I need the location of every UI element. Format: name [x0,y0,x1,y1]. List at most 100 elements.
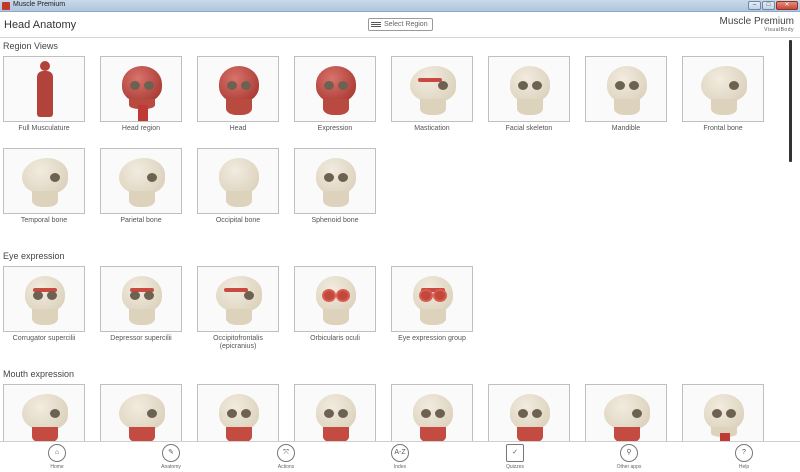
anatomy-icon: ✎ [162,444,180,462]
tile-label: Facial skeleton [505,125,553,132]
tile-facial-skeleton[interactable]: Facial skeleton [488,56,570,133]
tile-label: Mandible [611,125,641,132]
tile-mastication[interactable]: Mastication [391,56,473,133]
index-icon: A-Z [391,444,409,462]
tile-label: Sphenoid bone [311,217,359,224]
tile-label: Head [229,125,247,132]
content-area: Region Views Full Musculature Head regio… [0,38,790,441]
tile-sphenoid-bone[interactable]: Sphenoid bone [294,148,376,225]
tile-expression[interactable]: Expression [294,56,376,133]
nav-label: Anatomy [161,464,181,470]
tile-label: Mastication [414,125,450,132]
tile-mouth-4[interactable] [294,384,376,441]
vertical-scrollbar[interactable] [789,40,792,162]
home-icon: ⌂ [48,444,66,462]
nav-other-apps[interactable]: ⚲ Other apps [609,444,649,470]
nav-label: Home [50,464,64,470]
brand-sub: VisualBody [764,27,794,33]
tile-temporal-bone[interactable]: Temporal bone [3,148,85,225]
maximize-button[interactable]: □ [762,1,775,10]
thumbnail-mouth-5 [391,384,473,441]
thumbnail-facial-skeleton [488,56,570,122]
tile-mouth-3[interactable] [197,384,279,441]
thumbnail-eye-expression-group [391,266,473,332]
tile-occipitofrontalis[interactable]: Occipitofrontalis (epicranius) [197,266,279,351]
tile-full-musculature[interactable]: Full Musculature [3,56,85,133]
tile-parietal-bone[interactable]: Parietal bone [100,148,182,225]
tile-label: Temporal bone [20,217,68,224]
tile-head[interactable]: Head [197,56,279,133]
brand-logo: Muscle Premium VisualBody [720,16,794,33]
thumbnail-head [197,56,279,122]
tile-eye-expression-group[interactable]: Eye expression group [391,266,473,343]
thumbnail-mastication [391,56,473,122]
tile-label: Corrugator supercilii [12,335,76,342]
nav-help[interactable]: ? Help [724,444,764,470]
nav-label: Help [738,464,750,470]
nav-label: Index [393,464,407,470]
thumbnail-mandible [585,56,667,122]
window-title: Muscle Premium [13,1,66,8]
tile-head-region[interactable]: Head region [100,56,182,133]
tile-mouth-2[interactable] [100,384,182,441]
tile-mouth-1[interactable] [3,384,85,441]
window-title-bar[interactable]: Muscle Premium – □ ✕ [0,0,800,12]
tile-label: Full Musculature [18,125,70,132]
thumbnail-orbicularis-oculi [294,266,376,332]
tile-orbicularis-oculi[interactable]: Orbicularis oculi [294,266,376,343]
thumbnail-mouth-8 [682,384,764,441]
thumbnail-parietal-bone [100,148,182,214]
nav-label: Actions [277,464,295,470]
quizzes-icon: ✓ [506,444,524,462]
tile-mandible[interactable]: Mandible [585,56,667,133]
tile-depressor-supercilii[interactable]: Depressor supercilii [100,266,182,343]
nav-index[interactable]: A-Z Index [380,444,420,470]
minimize-button[interactable]: – [748,1,761,10]
nav-anatomy[interactable]: ✎ Anatomy [151,444,191,470]
tile-mouth-5[interactable] [391,384,473,441]
tile-frontal-bone[interactable]: Frontal bone [682,56,764,133]
thumbnail-mouth-1 [3,384,85,441]
nav-actions[interactable]: ⤧ Actions [266,444,306,470]
thumbnail-mouth-2 [100,384,182,441]
tile-label: Orbicularis oculi [310,335,360,342]
thumbnail-sphenoid-bone [294,148,376,214]
nav-home[interactable]: ⌂ Home [37,444,77,470]
thumbnail-temporal-bone [3,148,85,214]
tile-mouth-6[interactable] [488,384,570,441]
section-title-eye-expression: Eye expression [3,251,65,261]
window-controls: – □ ✕ [748,1,798,10]
menu-icon [371,22,381,27]
tile-label: Head region [121,125,161,132]
tile-label: Eye expression group [398,335,466,342]
tile-occipital-bone[interactable]: Occipital bone [197,148,279,225]
select-region-label: Select Region [384,21,428,28]
thumbnail-mouth-4 [294,384,376,441]
close-button[interactable]: ✕ [776,1,798,10]
page-title: Head Anatomy [4,19,77,31]
thumbnail-corrugator-supercilii [3,266,85,332]
nav-quizzes[interactable]: ✓ Quizzes [495,444,535,470]
select-region-button[interactable]: Select Region [368,18,433,31]
tile-label: Frontal bone [703,125,743,132]
app-header: Head Anatomy Select Region Muscle Premiu… [0,12,800,38]
brand-name: Muscle Premium [719,16,794,27]
thumbnail-depressor-supercilii [100,266,182,332]
thumbnail-mouth-6 [488,384,570,441]
nav-label: Other apps [616,464,642,470]
tile-corrugator-supercilii[interactable]: Corrugator supercilii [3,266,85,343]
other-apps-icon: ⚲ [620,444,638,462]
thumbnail-mouth-7 [585,384,667,441]
help-icon: ? [735,444,753,462]
app-icon [2,2,10,10]
section-title-region-views: Region Views [3,41,58,51]
bottom-navigation: ⌂ Home ✎ Anatomy ⤧ Actions A-Z Index ✓ Q… [0,441,800,472]
tile-label: Depressor supercilii [110,335,172,342]
tile-mouth-8[interactable] [682,384,764,441]
tile-label: Occipitofrontalis (epicranius) [213,335,263,350]
nav-label: Quizzes [505,464,525,470]
thumbnail-expression [294,56,376,122]
actions-icon: ⤧ [277,444,295,462]
tile-mouth-7[interactable] [585,384,667,441]
thumbnail-occipital-bone [197,148,279,214]
